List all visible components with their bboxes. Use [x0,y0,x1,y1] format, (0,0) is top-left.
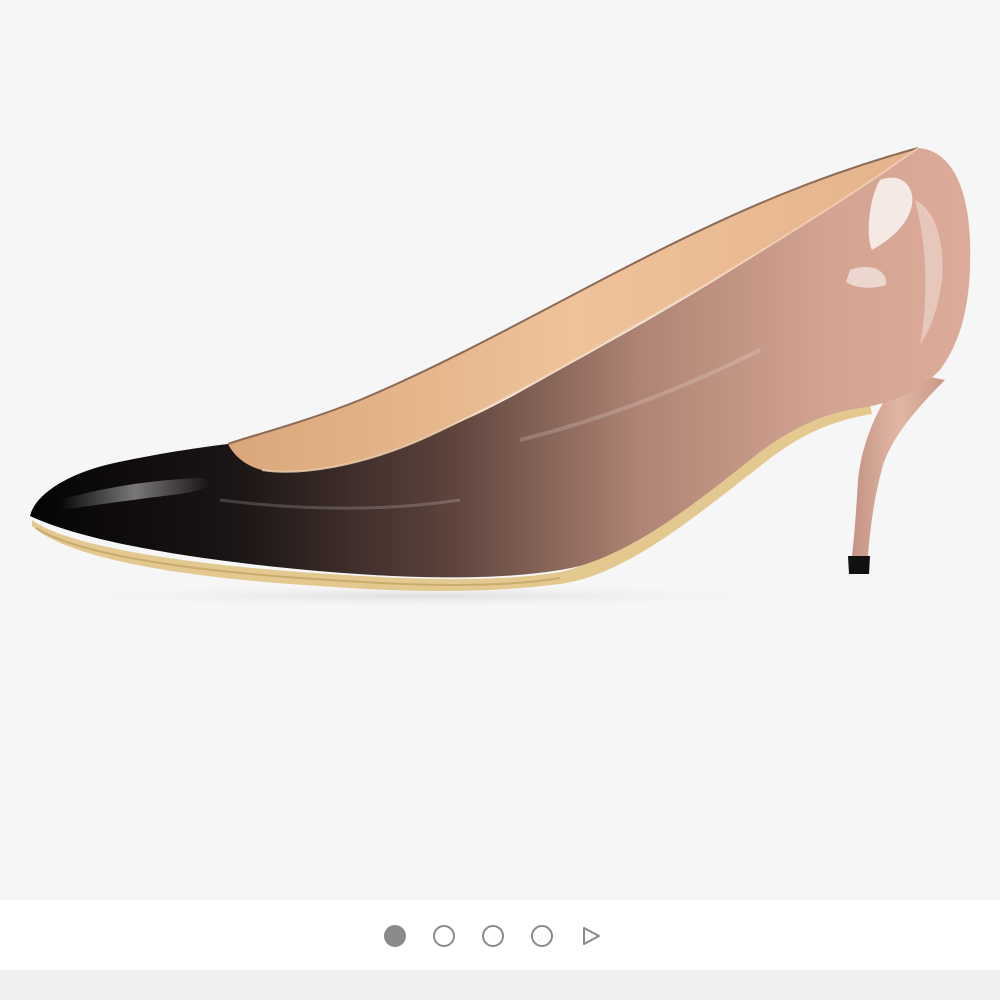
shoe-image [20,147,971,608]
pagination-dot-1[interactable] [384,925,406,947]
play-button[interactable] [580,925,602,947]
bottom-divider [0,970,1000,1000]
pagination-dot-2[interactable] [433,925,455,947]
image-pagination [0,900,1000,970]
product-image[interactable] [0,0,1000,900]
pagination-dot-3[interactable] [482,925,504,947]
product-image-viewer [0,0,1000,1000]
pagination-dots [384,925,602,947]
play-icon [583,927,600,945]
pagination-dot-4[interactable] [531,925,553,947]
